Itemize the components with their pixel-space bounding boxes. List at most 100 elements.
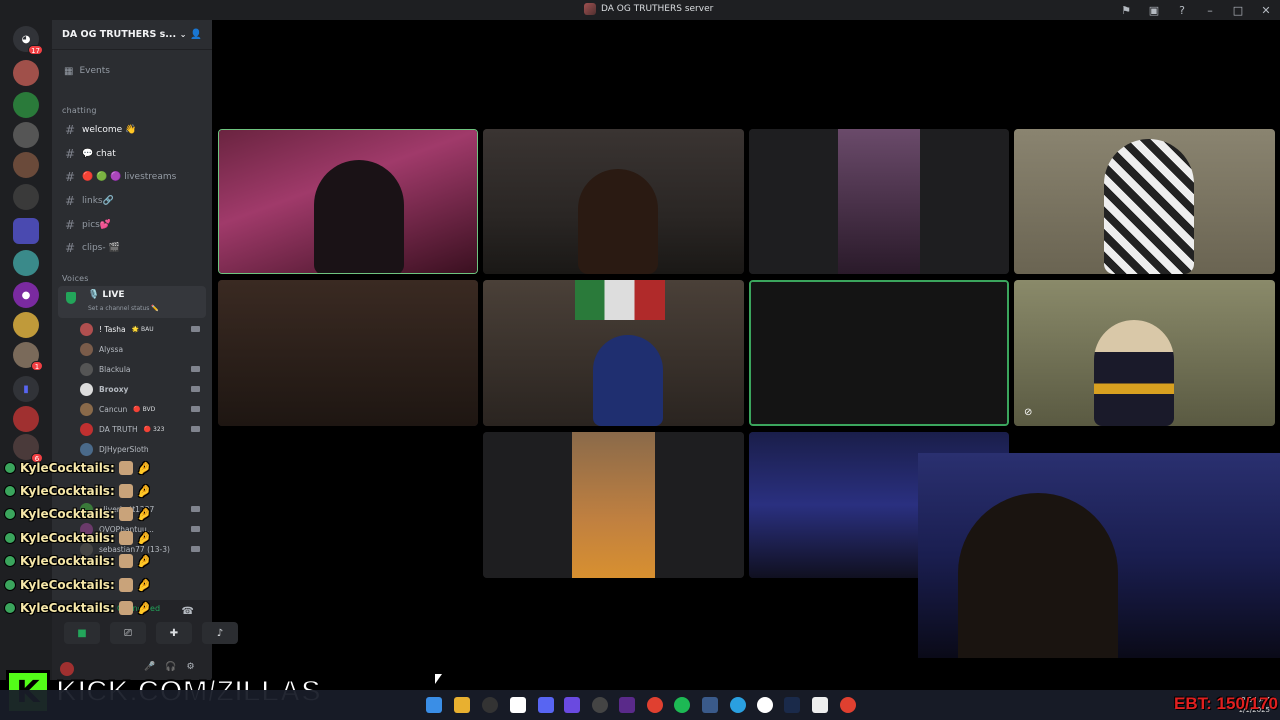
close-icon[interactable]: ✕ (1252, 0, 1280, 20)
voice-member[interactable]: Alyssa (80, 341, 200, 357)
server-icon[interactable] (13, 122, 39, 148)
discord-home-icon[interactable]: ◕ 17 (13, 26, 43, 55)
video-tile[interactable] (483, 432, 744, 578)
person-silhouette (314, 160, 404, 273)
server-icon[interactable]: ● (13, 282, 39, 308)
app-icon[interactable] (647, 697, 663, 713)
folder-icon[interactable]: ▮ (13, 376, 39, 402)
voice-member[interactable]: Brooxy (80, 381, 200, 397)
capcut-icon[interactable] (510, 697, 526, 713)
server-icon[interactable] (13, 312, 39, 338)
chat-username: KyleCocktails: (20, 507, 115, 521)
hash-icon: # (64, 241, 76, 255)
obs-icon[interactable] (592, 697, 608, 713)
channel-chat[interactable]: # 💬 chat (60, 144, 206, 164)
camera-button[interactable]: ■ (64, 622, 100, 644)
channel-livestreams[interactable]: # 🔴 🟢 🟣 livestreams (60, 167, 206, 187)
discord-icon[interactable] (538, 697, 554, 713)
avatar (80, 442, 93, 456)
voice-channel-name: 🎙️ LIVE (88, 290, 125, 300)
video-tile[interactable] (483, 129, 744, 274)
channel-label: pics💕 (82, 220, 112, 230)
steam-icon[interactable] (784, 697, 800, 713)
voice-member[interactable]: DA TRUTH 🔴 323 (80, 421, 200, 437)
category-voices[interactable]: Voices (62, 274, 89, 283)
window-title-text: DA OG TRUTHERS server (601, 4, 714, 14)
help-icon[interactable]: ? (1168, 0, 1196, 20)
app-icon[interactable] (619, 697, 635, 713)
voice-member[interactable]: Cancun 🔴 BVD (80, 401, 200, 417)
person-silhouette (1104, 139, 1194, 274)
app-icon[interactable] (482, 697, 498, 713)
emote-icon (118, 601, 133, 615)
spotify-icon[interactable] (674, 697, 690, 713)
channel-label: clips- 🎬 (82, 243, 120, 253)
video-tile[interactable] (1014, 129, 1275, 274)
member-name: sebastian77 (13-3) (99, 544, 170, 554)
badge-icon (4, 602, 16, 614)
channel-status[interactable]: Set a channel status ✏️ (88, 305, 159, 312)
channel-pics[interactable]: # pics💕 (60, 215, 206, 235)
video-tile[interactable] (218, 129, 478, 274)
avatar (80, 342, 93, 356)
server-icon[interactable] (13, 60, 39, 86)
server-icon[interactable] (13, 250, 39, 276)
activity-button[interactable]: ✚ (156, 622, 192, 644)
video-tile-speaking[interactable] (749, 280, 1009, 426)
server-icon[interactable]: 6 (13, 434, 43, 463)
channel-label: 💬 chat (82, 149, 116, 159)
app-grid-icon[interactable] (564, 697, 580, 713)
shield-icon (66, 292, 76, 304)
channel-clips[interactable]: # clips- 🎬 (60, 238, 206, 258)
voice-member[interactable]: Blackula (80, 361, 200, 377)
inbox-icon[interactable]: ⚑ (1112, 0, 1140, 20)
server-header[interactable]: DA OG TRUTHERS s... ⌄ 👤 (52, 20, 212, 50)
monitor-icon[interactable]: ▣ (1140, 0, 1168, 20)
voice-channel-live[interactable]: 🎙️ LIVE Set a channel status ✏️ (58, 286, 206, 318)
soundboard-button[interactable]: ♪ (202, 622, 238, 644)
member-tag: 🌟 BAU (131, 325, 154, 333)
epic-games-icon[interactable] (812, 697, 828, 713)
server-icon[interactable] (13, 218, 39, 244)
video-tile[interactable] (749, 129, 1009, 274)
voice-member[interactable]: ! Tasha 🌟 BAU (80, 321, 200, 337)
emote-icon (118, 554, 133, 568)
video-tile[interactable] (218, 280, 478, 426)
app-icon[interactable] (702, 697, 718, 713)
mouse-cursor (435, 674, 442, 684)
media-player-icon[interactable] (757, 697, 773, 713)
telegram-icon[interactable] (730, 697, 746, 713)
server-icon[interactable] (13, 406, 39, 432)
chrome-icon[interactable] (840, 697, 856, 713)
channel-label: 🔴 🟢 🟣 livestreams (82, 172, 177, 182)
hash-icon: # (64, 170, 76, 184)
add-user-icon[interactable]: 👤 (190, 29, 202, 40)
minimize-icon[interactable]: – (1196, 0, 1224, 20)
screen-share-button[interactable]: ⎚ (110, 622, 146, 644)
windows-start-icon[interactable] (426, 697, 442, 713)
pinch-emoji-icon: 🤌 (136, 554, 152, 568)
video-tile[interactable] (483, 280, 744, 426)
channel-welcome[interactable]: # welcome 👋 (60, 120, 206, 140)
voice-member[interactable]: DJHyperSloth (80, 441, 200, 457)
pinch-emoji-icon: 🤌 (136, 578, 152, 592)
chat-username: KyleCocktails: (20, 484, 115, 498)
channel-label: links🔗 (82, 196, 114, 206)
person-silhouette (593, 335, 663, 426)
badge-icon (4, 555, 16, 567)
category-chatting[interactable]: chatting (62, 106, 97, 115)
person-silhouette (578, 169, 658, 274)
server-icon[interactable] (13, 152, 39, 178)
video-tile[interactable]: ⊘ (1014, 280, 1275, 426)
streamer-webcam (918, 453, 1280, 658)
server-icon[interactable]: 1 (13, 342, 43, 371)
server-icon[interactable] (13, 92, 39, 118)
camera-icon (191, 326, 200, 332)
channel-links[interactable]: # links🔗 (60, 191, 206, 211)
disconnect-icon[interactable]: ☎ (182, 606, 194, 617)
avatar (80, 402, 93, 416)
events-item[interactable]: ▦ Events (60, 61, 206, 81)
server-icon[interactable] (13, 184, 39, 210)
file-explorer-icon[interactable] (454, 697, 470, 713)
maximize-icon[interactable]: □ (1224, 0, 1252, 20)
